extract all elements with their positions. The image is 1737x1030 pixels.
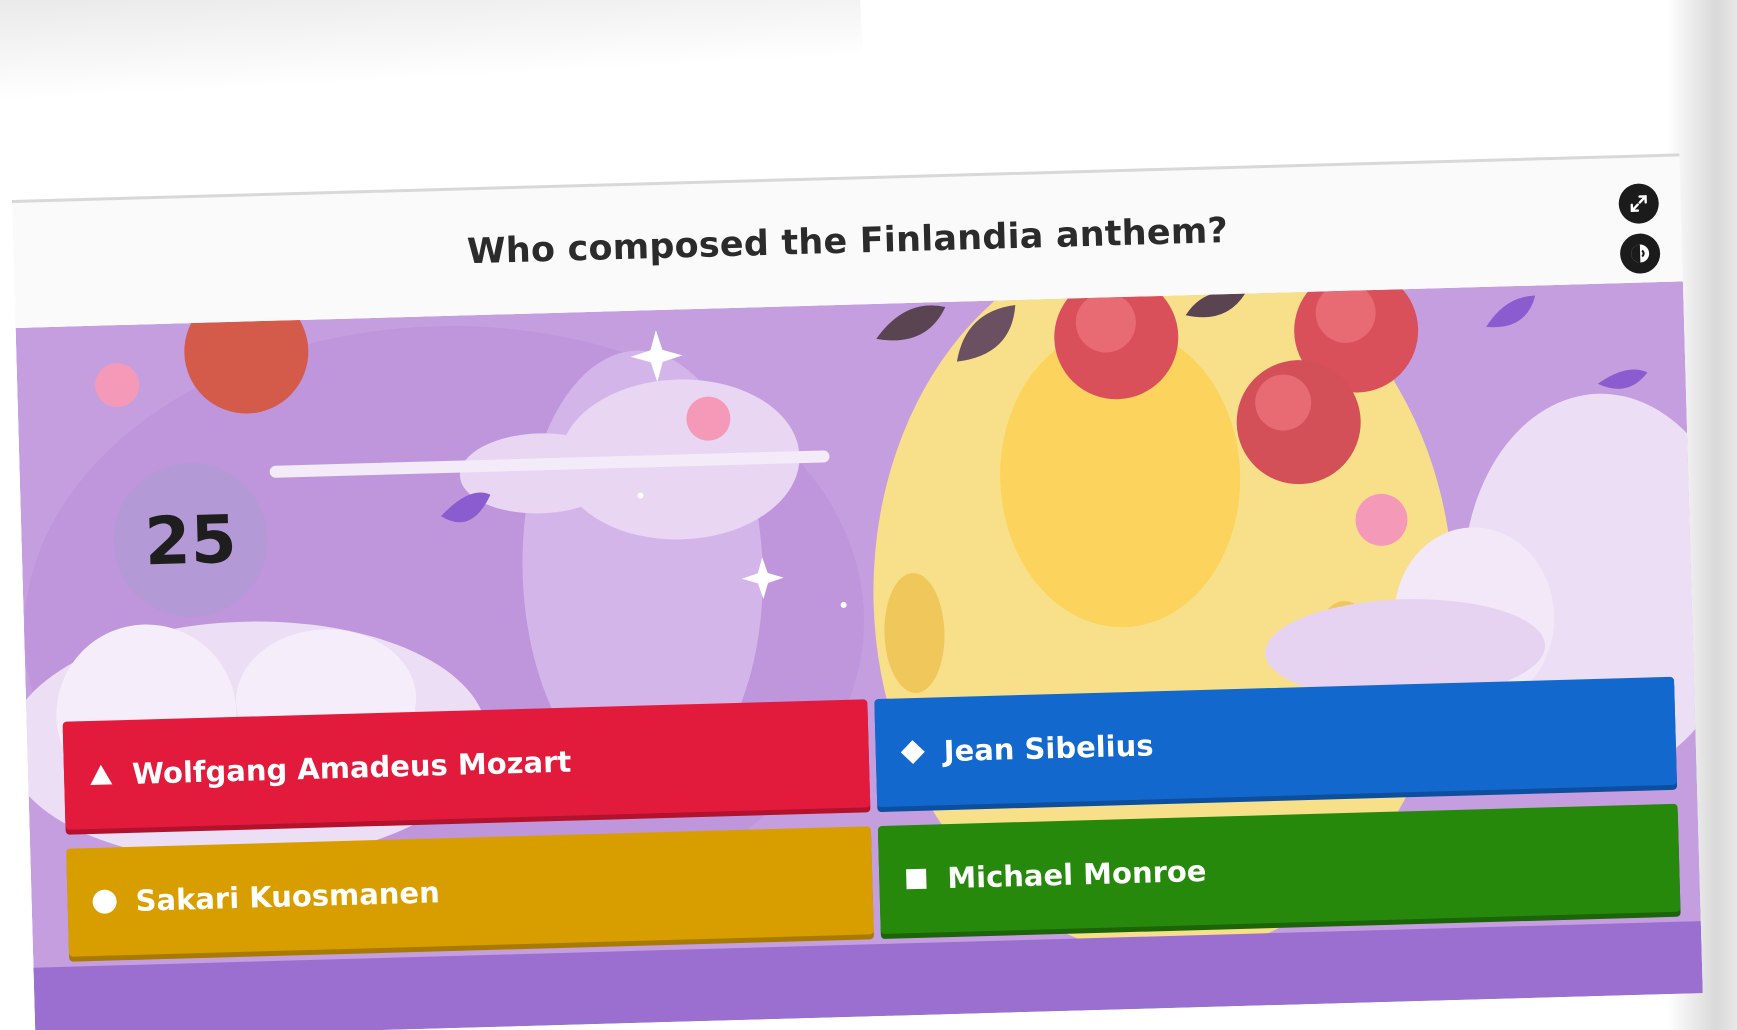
sound-icon	[1631, 244, 1650, 263]
answer-option-3[interactable]: Sakari Kuosmanen	[66, 826, 874, 957]
answer-option-1[interactable]: Wolfgang Amadeus Mozart	[62, 699, 871, 830]
answer-label: Jean Sibelius	[943, 728, 1154, 769]
answer-label: Sakari Kuosmanen	[135, 875, 441, 918]
circle-icon	[87, 884, 122, 919]
question-title: Who composed the Finlandia anthem?	[466, 211, 1229, 273]
answer-option-4[interactable]: Michael Monroe	[877, 803, 1681, 935]
sound-button[interactable]	[1619, 233, 1661, 275]
screen: Who composed the Finlandia anthem? 25 Wo…	[0, 0, 1737, 1030]
answer-option-2[interactable]: Jean Sibelius	[874, 676, 1677, 808]
photo-shadow-top	[0, 0, 864, 104]
fullscreen-icon	[1630, 195, 1647, 213]
answer-label: Michael Monroe	[946, 853, 1207, 896]
triangle-icon	[84, 757, 119, 792]
quiz-game-window: Who composed the Finlandia anthem? 25 Wo…	[12, 153, 1703, 1030]
answer-label: Wolfgang Amadeus Mozart	[131, 744, 572, 791]
square-icon	[899, 862, 934, 897]
diamond-icon	[895, 735, 930, 770]
question-background-scene: 25 Wolfgang Amadeus Mozart Jean Sibelius…	[15, 281, 1703, 1030]
